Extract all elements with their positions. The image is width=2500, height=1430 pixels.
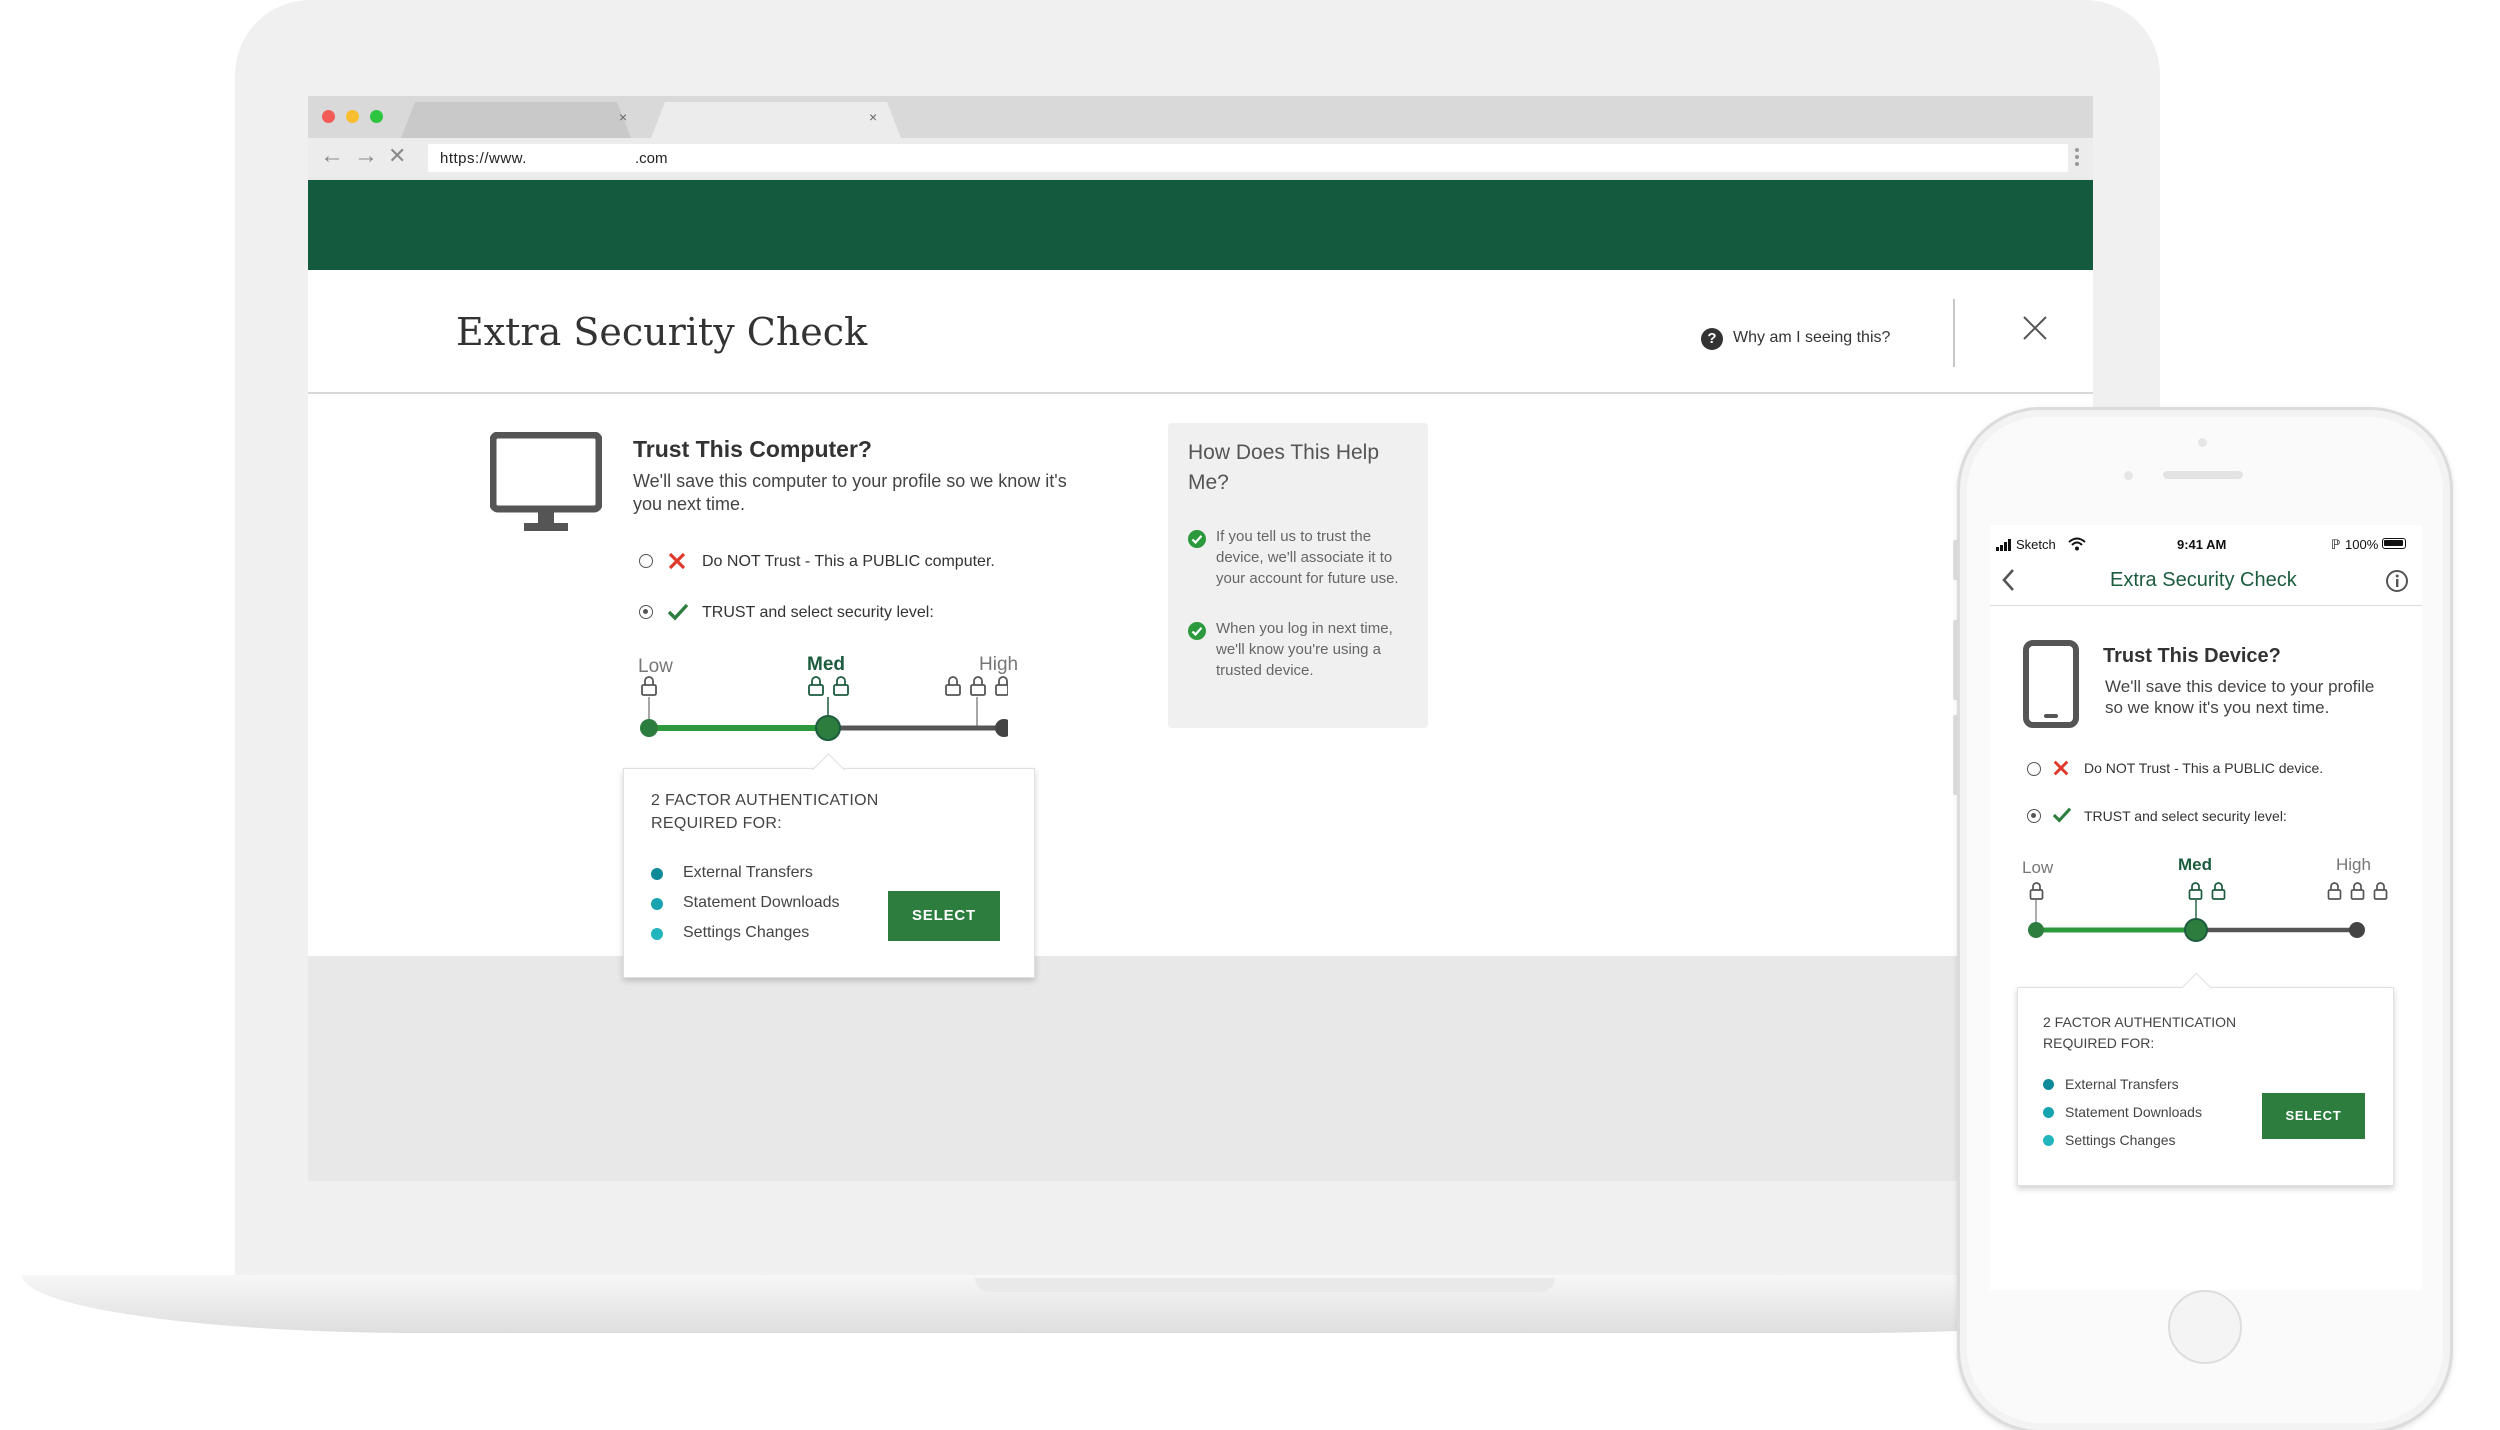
phone-device-icon <box>2023 640 2079 728</box>
phone-sensor <box>2198 438 2207 447</box>
bullet-icon <box>2043 1107 2054 1118</box>
level-med-label: Med <box>807 654 845 675</box>
check-circle-icon <box>1188 622 1206 640</box>
laptop-screen: × × ← → ✕ https://www. .com Extra Securi… <box>308 96 2093 1181</box>
info-point-2: When you log in next time, we'll know yo… <box>1216 620 1393 679</box>
level-high-label: High <box>979 654 1019 675</box>
browser-tab-inactive[interactable] <box>401 102 631 138</box>
list-item: Settings Changes <box>683 924 810 941</box>
bullet-icon <box>651 928 663 940</box>
back-chevron-icon[interactable] <box>2000 567 2016 593</box>
lock-icon <box>641 676 657 696</box>
laptop-notch <box>975 1278 1555 1292</box>
close-icon[interactable] <box>2016 309 2054 347</box>
phone-mute-switch <box>1953 540 1959 580</box>
bullet-icon <box>2043 1135 2054 1146</box>
bullet-icon <box>2043 1079 2054 1090</box>
question-title: Trust This Computer? <box>633 436 872 462</box>
mobile-slider-thumb <box>2184 918 2208 942</box>
help-icon[interactable]: ? <box>1701 328 1723 350</box>
phone-camera <box>2124 471 2133 480</box>
tab-close-icon[interactable]: × <box>869 109 877 125</box>
battery-icon <box>2382 538 2406 549</box>
why-seeing-this-link[interactable]: Why am I seeing this? <box>1733 329 1890 347</box>
select-button[interactable]: SELECT <box>888 891 1000 941</box>
check-mark-icon <box>667 603 689 621</box>
mobile-nav-divider <box>1990 605 2422 606</box>
header-divider <box>1953 299 1955 367</box>
mobile-radio-do-not-trust[interactable] <box>2027 762 2041 776</box>
slider-thumb <box>815 715 841 741</box>
mobile-radio-trust[interactable] <box>2027 809 2041 823</box>
signal-bars-icon <box>1996 539 2011 551</box>
address-bar[interactable] <box>428 144 2068 172</box>
browser-menu-icon[interactable] <box>2075 148 2079 169</box>
bullet-icon <box>651 898 663 910</box>
info-point-1: If you tell us to trust the device, we'l… <box>1216 528 1399 587</box>
option-trust-label: TRUST and select security level: <box>702 604 934 621</box>
phone-speaker <box>2163 471 2243 479</box>
mobile-list-item: External Transfers <box>2065 1076 2179 1092</box>
mobile-level-high-label: High <box>2336 855 2371 874</box>
bullet-icon <box>651 868 663 880</box>
mobile-security-level-slider[interactable] <box>2014 880 2394 950</box>
tab-close-icon[interactable]: × <box>619 109 627 125</box>
popup-heading-line1: 2 FACTOR AUTHENTICATION <box>651 792 879 809</box>
bluetooth-icon: ℙ <box>2331 537 2341 552</box>
minimize-window-dot[interactable] <box>346 110 359 123</box>
status-time: 9:41 AM <box>2177 537 2227 552</box>
carrier-label: Sketch <box>2016 537 2056 552</box>
page-title: Extra Security Check <box>456 310 868 354</box>
question-subtitle: We'll save this computer to your profile… <box>633 471 1067 514</box>
url-suffix: .com <box>635 150 668 167</box>
mobile-list-item: Statement Downloads <box>2065 1104 2202 1120</box>
mobile-question-title: Trust This Device? <box>2103 645 2281 667</box>
mobile-popup-heading-line2: REQUIRED FOR: <box>2043 1035 2155 1051</box>
x-mark-icon <box>668 552 686 570</box>
check-circle-icon <box>1188 530 1206 548</box>
stop-loading-icon[interactable]: ✕ <box>388 144 406 168</box>
browser-tab-active[interactable] <box>651 102 901 138</box>
mobile-level-low-label: Low <box>2022 858 2054 877</box>
x-mark-icon <box>2053 760 2069 776</box>
mobile-level-med-label: Med <box>2178 855 2212 874</box>
site-header-band <box>308 180 2093 270</box>
security-level-slider[interactable] <box>628 674 1008 754</box>
list-item: Statement Downloads <box>683 894 840 911</box>
mobile-list-item: Settings Changes <box>2065 1132 2176 1148</box>
info-icon[interactable] <box>2385 569 2409 593</box>
check-mark-icon <box>2052 807 2072 823</box>
mobile-popup-heading-line1: 2 FACTOR AUTHENTICATION <box>2043 1014 2237 1030</box>
monitor-icon <box>490 432 602 531</box>
mobile-question-subtitle: We'll save this device to your profile s… <box>2105 677 2375 717</box>
back-arrow-icon[interactable]: ← <box>320 144 344 168</box>
battery-percent: 100% <box>2345 537 2379 552</box>
mobile-select-button[interactable]: SELECT <box>2262 1093 2365 1139</box>
forward-arrow-icon[interactable]: → <box>354 144 378 168</box>
list-item: External Transfers <box>683 864 813 881</box>
phone-volume-down <box>1953 715 1959 795</box>
mobile-option-trust-label: TRUST and select security level: <box>2084 808 2287 824</box>
radio-do-not-trust[interactable] <box>639 554 653 568</box>
mobile-page-title: Extra Security Check <box>2110 569 2297 591</box>
phone-volume-up <box>1953 620 1959 700</box>
maximize-window-dot[interactable] <box>370 110 383 123</box>
info-title: How Does This Help Me? <box>1188 441 1380 494</box>
mobile-option-do-not-trust-label: Do NOT Trust - This a PUBLIC device. <box>2084 760 2324 776</box>
radio-trust[interactable] <box>639 605 653 619</box>
url-prefix: https://www. <box>440 150 527 167</box>
option-do-not-trust-label: Do NOT Trust - This a PUBLIC computer. <box>702 553 995 570</box>
close-window-dot[interactable] <box>322 110 335 123</box>
wifi-icon <box>2068 537 2086 551</box>
phone-home-button[interactable] <box>2168 1290 2242 1364</box>
popup-heading-line2: REQUIRED FOR: <box>651 815 783 832</box>
